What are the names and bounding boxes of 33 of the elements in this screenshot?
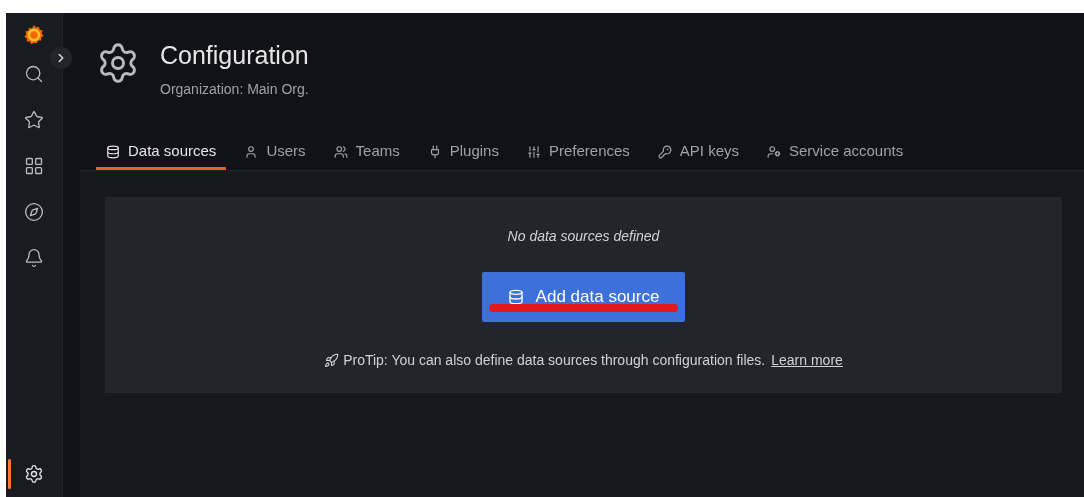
page-title: Configuration (160, 40, 309, 71)
star-icon (24, 110, 44, 130)
tab[interactable]: API keys (647, 136, 749, 170)
star-button[interactable] (24, 110, 44, 130)
sliders-icon (526, 144, 541, 159)
bell-icon (24, 248, 44, 268)
grid-button[interactable] (24, 156, 44, 176)
database-icon (106, 144, 120, 159)
tab[interactable]: Preferences (516, 136, 640, 170)
tab[interactable]: Service accounts (757, 136, 914, 170)
logo-icon (22, 23, 46, 47)
database-icon (507, 289, 524, 305)
tab[interactable]: Teams (323, 136, 410, 170)
protip-text: ProTip: You can also define data sources through configuration files. (343, 351, 766, 370)
rocket-icon (324, 353, 340, 368)
user-gear-icon (767, 144, 781, 159)
tab[interactable]: Plugins (417, 136, 509, 170)
compass-icon (24, 202, 44, 222)
empty-message: No data sources defined (507, 227, 660, 246)
users-icon (333, 144, 348, 159)
tab[interactable]: Users (234, 136, 316, 170)
bell-button[interactable] (24, 248, 44, 268)
settings-button[interactable] (24, 464, 44, 484)
learn-more-link[interactable]: Learn more (771, 350, 843, 371)
search-icon (24, 64, 44, 84)
grid-icon (24, 156, 44, 176)
settings-icon (24, 464, 44, 484)
search-button[interactable] (24, 64, 44, 84)
key-icon (657, 144, 672, 159)
page-subtitle: Organization: Main Org. (160, 80, 309, 99)
compass-button[interactable] (24, 202, 44, 222)
expand-button[interactable] (50, 47, 72, 69)
user-icon (244, 144, 259, 159)
